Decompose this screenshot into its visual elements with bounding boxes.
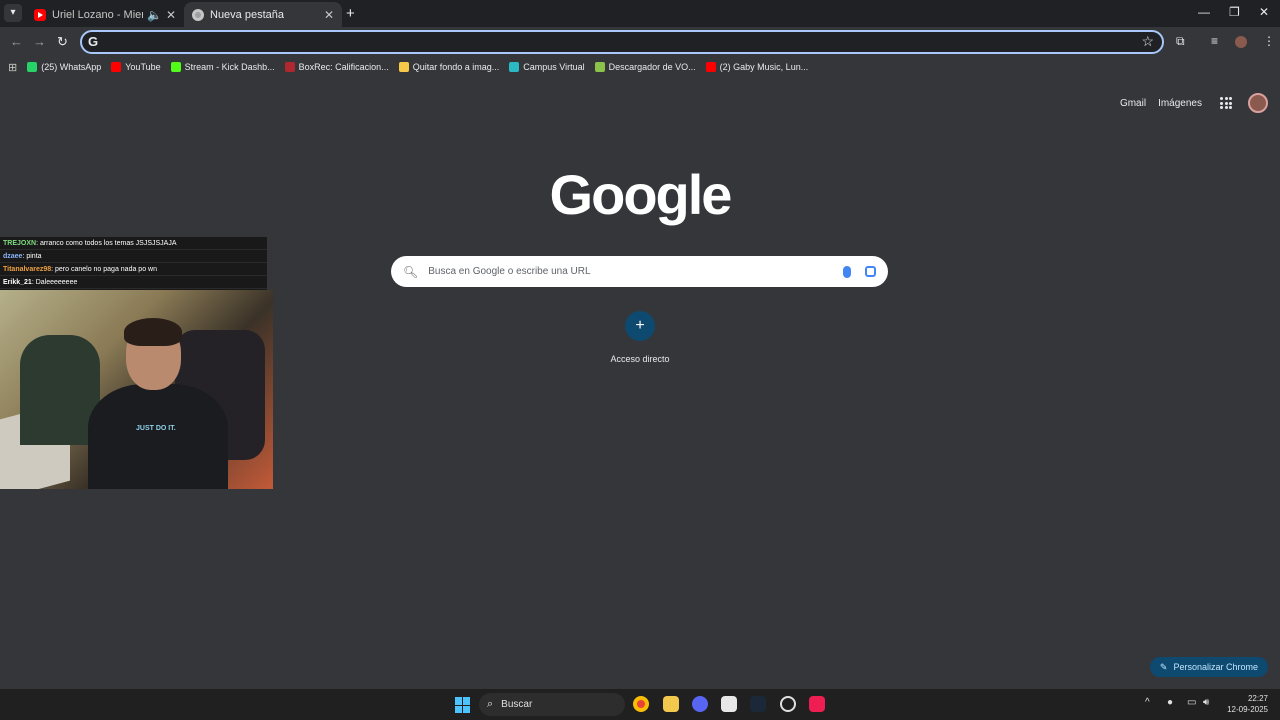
close-tab-icon[interactable]: ✕ [166, 8, 176, 22]
network-icon[interactable]: ▭ [1187, 697, 1196, 708]
bookmark-label: (25) WhatsApp [41, 62, 102, 72]
new-tab-button[interactable]: + [346, 5, 355, 22]
microphone-icon[interactable] [843, 265, 851, 278]
tab-strip: ▾ Uriel Lozano - Mientes Al D... 🔈 ✕ Nue… [0, 0, 1280, 27]
pencil-icon: ✎ [1159, 661, 1168, 672]
bookmark-favicon-icon [398, 62, 409, 72]
windows-start-icon[interactable] [455, 697, 471, 713]
chat-message: Erikk_21: Daleeeeeeee [0, 276, 267, 289]
bookmark-favicon-icon [27, 62, 38, 72]
restore-icon[interactable]: ❐ [1229, 5, 1240, 19]
close-window-icon[interactable]: ✕ [1259, 5, 1269, 19]
google-apps-icon[interactable] [1220, 97, 1232, 109]
chevron-up-icon[interactable]: ^ [1145, 697, 1150, 708]
bookmark-label: YouTube [125, 62, 161, 72]
bookmark-item[interactable]: YouTube [111, 62, 161, 72]
search-input[interactable]: Busca en Google o escribe una URL [428, 266, 843, 277]
google-logo: Google [549, 163, 733, 226]
volume-icon[interactable]: 🔊︎ [1203, 697, 1209, 708]
gmail-link[interactable]: Gmail [1120, 98, 1146, 109]
bookmark-favicon-icon [705, 62, 716, 72]
bookmark-favicon-icon [509, 62, 520, 72]
bookmark-favicon-icon [594, 62, 605, 72]
minimize-icon[interactable]: — [1198, 5, 1210, 19]
bookmark-item[interactable]: Stream - Kick Dashb... [170, 62, 275, 72]
top-links: Gmail Imágenes [1108, 93, 1268, 113]
stream-chat-overlay: TREJOXN: arranco como todos los temas JS… [0, 237, 267, 290]
toolbar: ← → ↻ G ☆ ⧉ ≡ ⋮ [0, 27, 1280, 57]
menu-icon[interactable]: ⋮ [1263, 34, 1275, 48]
tab-new-tab[interactable]: Nueva pestaña ✕ [184, 2, 342, 27]
close-tab-icon[interactable]: ✕ [324, 8, 334, 22]
customize-chrome-button[interactable]: ✎ Personalizar Chrome [1149, 657, 1268, 677]
shirt-print: JUST DO IT. [136, 425, 176, 432]
back-icon[interactable]: ← [10, 34, 23, 49]
images-link[interactable]: Imágenes [1158, 98, 1202, 109]
bookmark-item[interactable]: Descargador de VO... [594, 62, 696, 72]
bookmark-label: (2) Gaby Music, Lun... [719, 62, 809, 72]
taskbar-search-label: Buscar [501, 699, 533, 710]
tab-search-button[interactable]: ▾ [4, 4, 22, 22]
bookmark-item[interactable]: Campus Virtual [509, 62, 585, 72]
chrome-taskbar-icon[interactable] [633, 696, 649, 712]
webcam-overlay: JUST DO IT. [0, 290, 273, 489]
bookmark-label: Campus Virtual [523, 62, 585, 72]
speaker-icon[interactable]: 🔈 [147, 8, 162, 22]
bookmark-item[interactable]: Quitar fondo a imag... [398, 62, 500, 72]
customize-label: Personalizar Chrome [1173, 662, 1258, 672]
clock[interactable]: 22:27 12-09-2025 [1227, 693, 1268, 715]
bookmark-label: Stream - Kick Dashb... [184, 62, 275, 72]
google-lens-icon[interactable] [865, 266, 876, 277]
media-control-icon[interactable]: ≡ [1211, 34, 1218, 48]
chat-message: Titanalvarez98: pero canelo no paga nada… [0, 263, 267, 276]
capcut-icon[interactable] [721, 696, 737, 712]
tab-title: Nueva pestaña [210, 8, 284, 21]
forward-icon[interactable]: → [33, 34, 46, 49]
bookmark-label: BoxRec: Calificacion... [298, 62, 389, 72]
taskbar: ⌕ Buscar ^ ● ▭ 🔊︎ 22:27 12-09-2025 [0, 689, 1280, 720]
bookmark-item[interactable]: (2) Gaby Music, Lun... [705, 62, 809, 72]
account-avatar[interactable] [1248, 93, 1268, 113]
extensions-icon[interactable]: ⧉ [1176, 34, 1185, 49]
search-icon: ⌕ [487, 698, 494, 710]
bookmark-label: Quitar fondo a imag... [412, 62, 500, 72]
obs-icon[interactable] [780, 696, 796, 712]
bookmark-item[interactable]: BoxRec: Calificacion... [284, 62, 389, 72]
chat-message: TREJOXN: arranco como todos los temas JS… [0, 237, 267, 250]
file-explorer-icon[interactable] [663, 696, 679, 712]
tiktok-icon[interactable] [809, 696, 825, 712]
bookmark-favicon-icon [170, 62, 181, 72]
shortcut-label: Acceso directo [610, 354, 670, 364]
chat-message: dzaee: pinta [0, 250, 267, 263]
microphone-tray-icon[interactable]: ● [1167, 697, 1173, 708]
youtube-icon [34, 8, 46, 21]
reload-icon[interactable]: ↻ [57, 34, 68, 50]
bookmark-favicon-icon [111, 62, 122, 72]
plus-icon[interactable]: + [625, 311, 655, 341]
tab-title: Uriel Lozano - Mientes Al D... [52, 8, 143, 21]
address-bar[interactable]: G ☆ [80, 30, 1164, 54]
bookmark-label: Descargador de VO... [608, 62, 696, 72]
chrome-icon [192, 8, 204, 21]
search-icon: 🔍︎ [403, 264, 419, 279]
search-box[interactable]: 🔍︎ Busca en Google o escribe una URL [391, 256, 888, 287]
taskbar-search[interactable]: ⌕ Buscar [479, 693, 625, 716]
tab-youtube[interactable]: Uriel Lozano - Mientes Al D... 🔈 ✕ [26, 2, 184, 27]
bookmark-favicon-icon [284, 62, 295, 72]
apps-icon[interactable]: ⊞ [8, 61, 17, 74]
profile-avatar[interactable] [1235, 36, 1247, 48]
discord-icon[interactable] [692, 696, 708, 712]
bookmark-star-icon[interactable]: ☆ [1141, 33, 1154, 50]
steam-icon[interactable] [750, 696, 766, 712]
google-g-icon: G [88, 34, 99, 49]
add-shortcut[interactable]: + Acceso directo [600, 311, 680, 364]
bookmarks-bar: ⊞ (25) WhatsApp YouTube Stream - Kick Dash… [0, 57, 1280, 77]
streamer [88, 318, 228, 489]
bookmark-item[interactable]: (25) WhatsApp [27, 62, 101, 72]
